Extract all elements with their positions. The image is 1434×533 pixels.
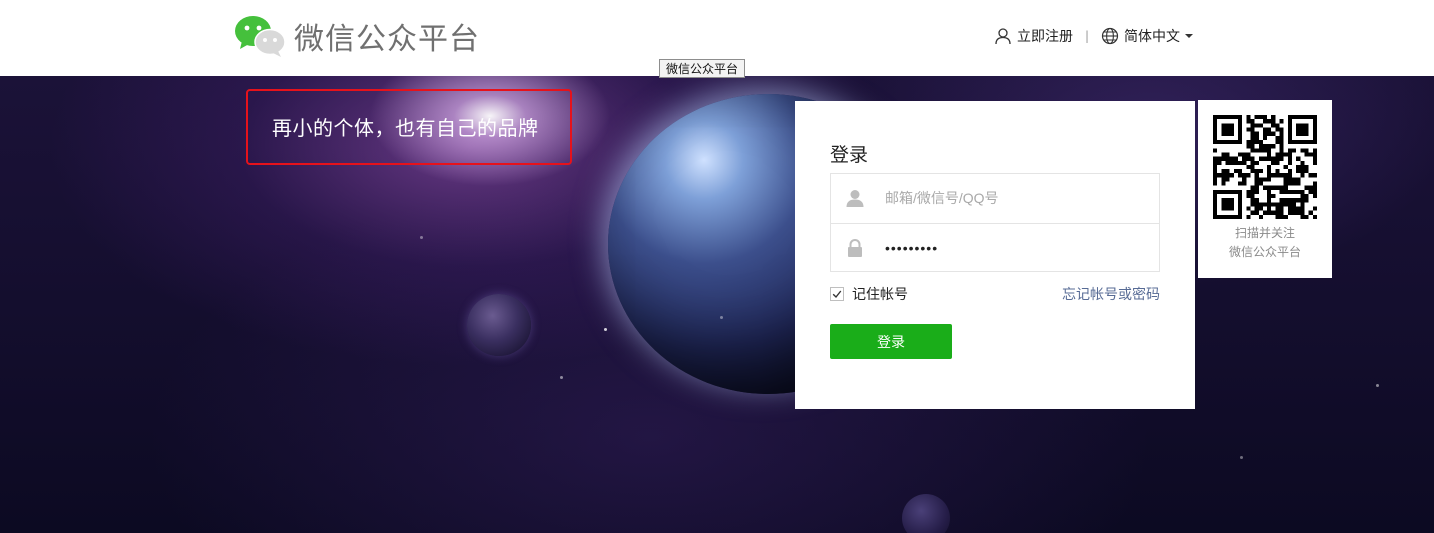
login-fields <box>830 173 1160 272</box>
qr-caption-line2: 微信公众平台 <box>1228 245 1301 259</box>
globe-icon <box>1101 27 1119 45</box>
login-panel: 登录 记住帐号 忘记帐号或密码 登录 <box>795 101 1195 409</box>
language-selector[interactable]: 简体中文 <box>1101 26 1194 46</box>
star-decoration <box>720 316 723 319</box>
slogan-text: 再小的个体，也有自己的品牌 <box>272 116 539 140</box>
star-decoration <box>1240 456 1243 459</box>
wechat-logo-icon <box>235 16 286 57</box>
header-actions: 立即注册 | 简体中文 <box>994 24 1194 48</box>
register-label: 立即注册 <box>1017 29 1073 45</box>
login-button[interactable]: 登录 <box>830 324 952 359</box>
remember-label: 记住帐号 <box>852 287 908 303</box>
qr-panel: 扫描并关注 微信公众平台 <box>1198 100 1332 278</box>
language-label: 简体中文 <box>1124 29 1181 45</box>
star-decoration <box>560 376 563 379</box>
remember-account[interactable]: 记住帐号 <box>830 284 908 304</box>
header-separator: | <box>1085 29 1090 43</box>
star-decoration <box>420 236 423 239</box>
lock-icon <box>848 238 862 257</box>
checkmark-icon <box>832 290 842 299</box>
user-icon <box>995 28 1011 45</box>
chevron-down-icon <box>1185 34 1194 38</box>
register-link[interactable]: 立即注册 <box>994 26 1073 46</box>
password-field <box>831 223 1159 273</box>
user-icon <box>846 190 864 207</box>
password-input[interactable] <box>885 224 1145 272</box>
logo-text: 微信公众平台 <box>294 22 480 57</box>
account-field <box>831 174 1159 223</box>
tooltip: 微信公众平台 <box>659 59 746 78</box>
small-planet-illustration <box>467 294 531 356</box>
login-title: 登录 <box>830 144 869 166</box>
forgot-password-link[interactable]: 忘记帐号或密码 <box>1062 284 1160 304</box>
tiny-planet-illustration <box>902 494 950 533</box>
star-decoration <box>604 328 607 331</box>
site-logo[interactable]: 微信公众平台 <box>234 14 480 58</box>
star-decoration <box>1376 384 1379 387</box>
qr-code-icon <box>1213 115 1317 219</box>
remember-checkbox[interactable] <box>830 287 844 301</box>
account-input[interactable] <box>885 174 1145 222</box>
qr-caption-line1: 扫描并关注 <box>1234 226 1295 240</box>
qr-caption: 扫描并关注 微信公众平台 <box>1198 224 1332 262</box>
